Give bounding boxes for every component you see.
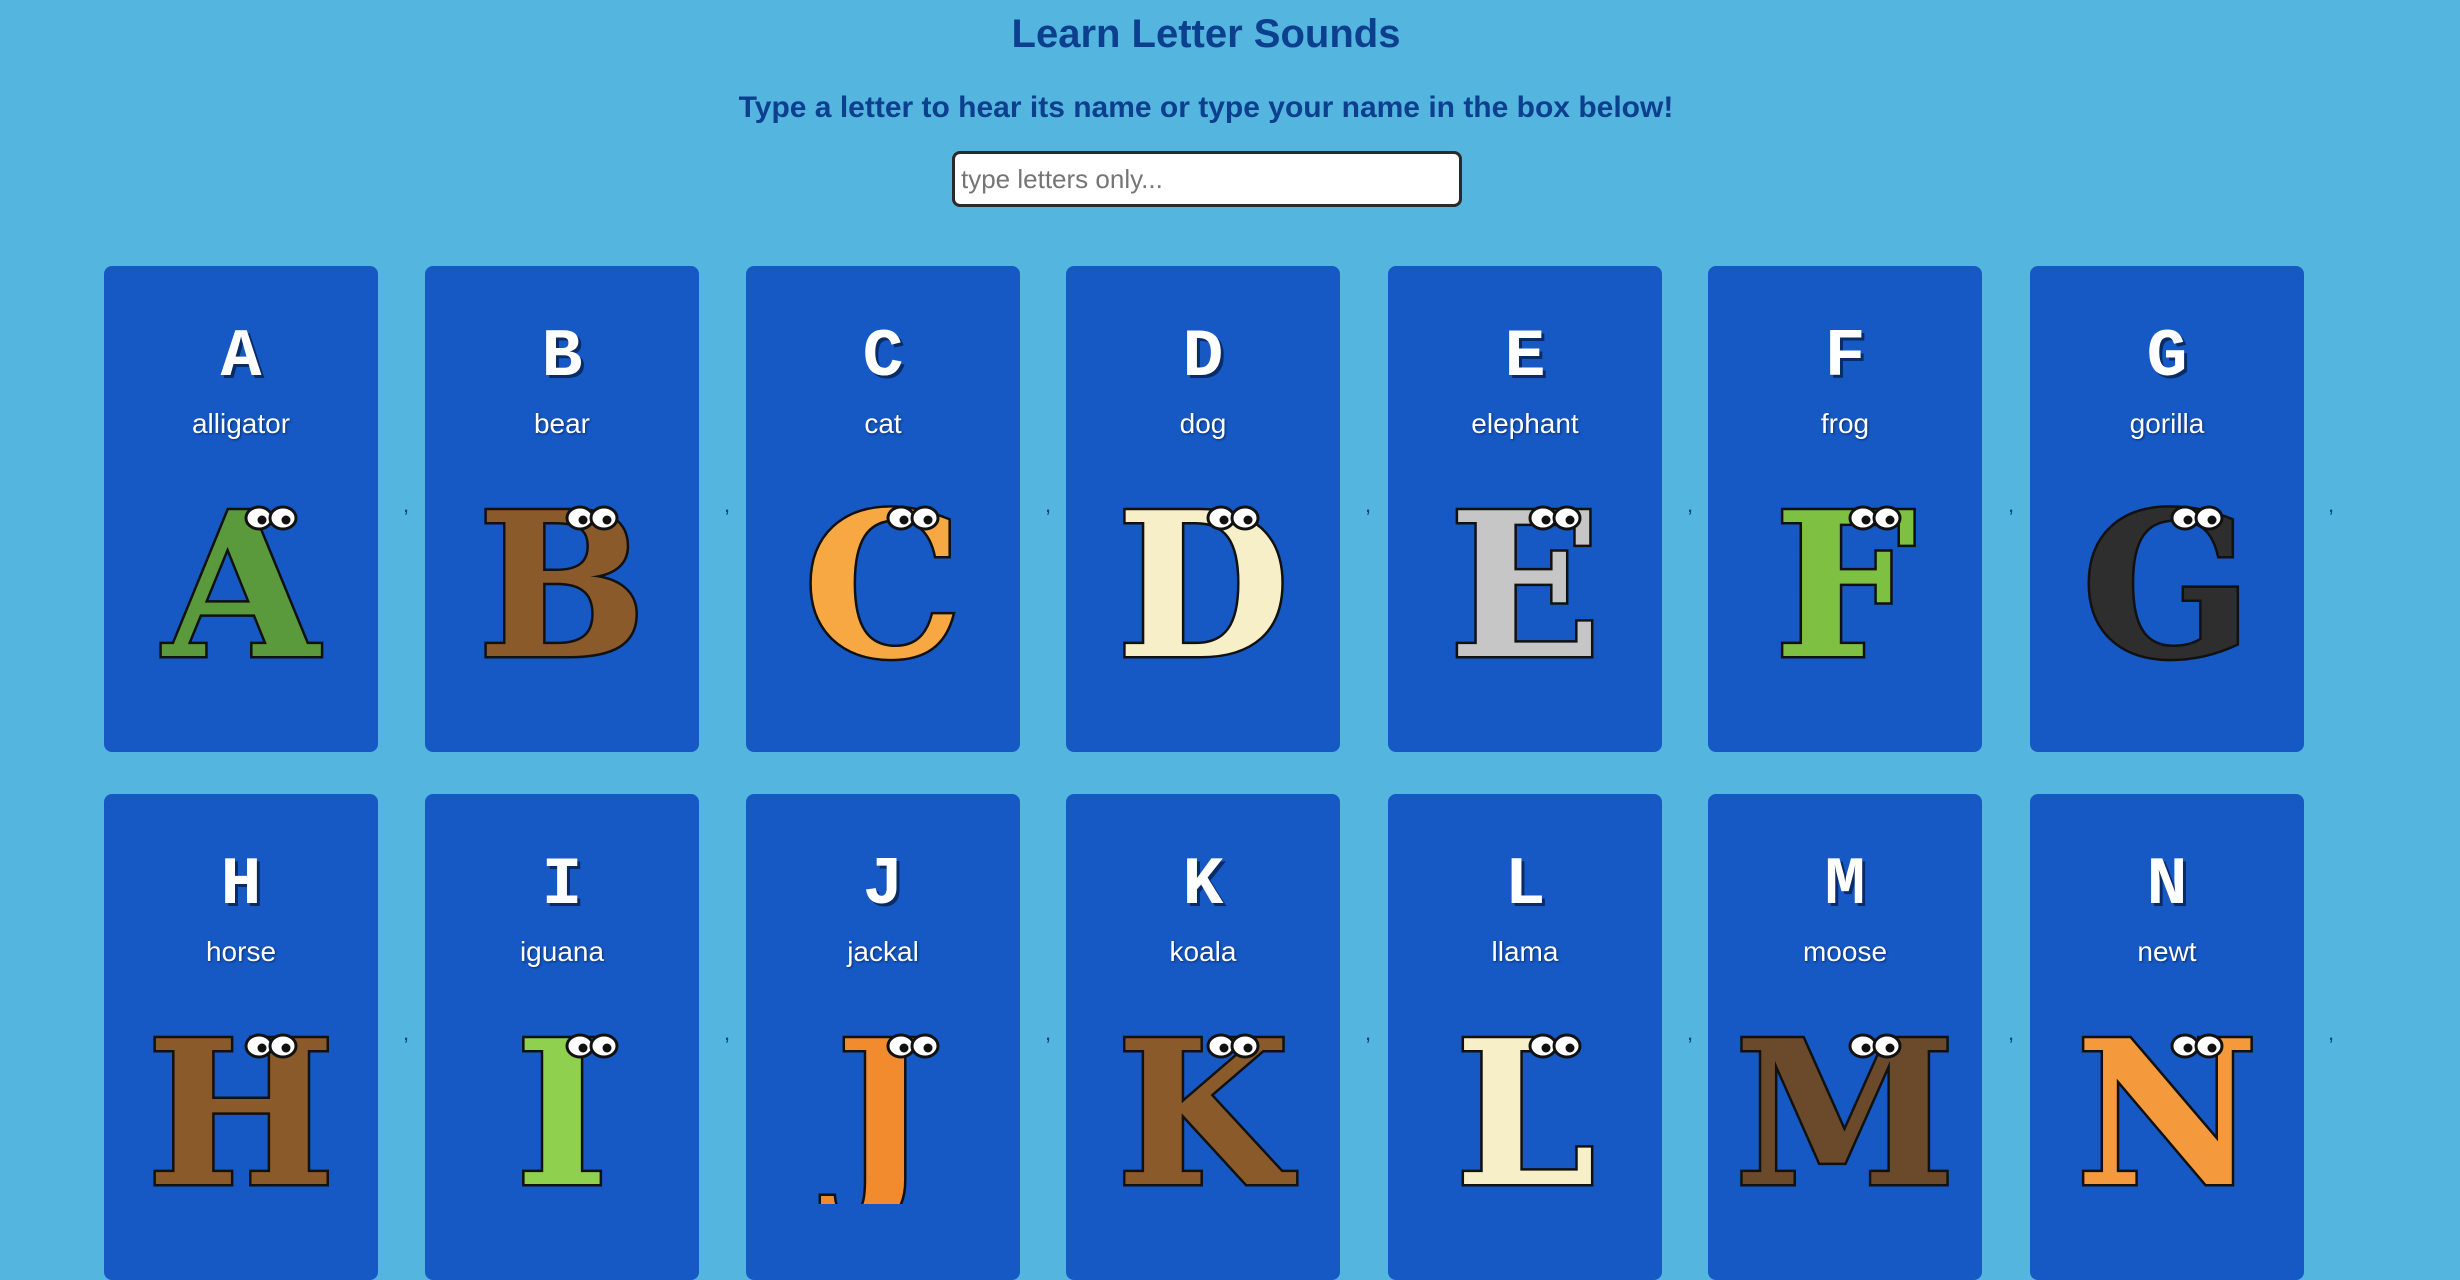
bear-icon: B xyxy=(452,466,672,677)
letter-card-g[interactable]: Ggorilla G xyxy=(2030,266,2304,752)
gorilla-icon: G xyxy=(2057,466,2277,677)
card-animal-name: jackal xyxy=(847,936,919,967)
letter-card-b[interactable]: Bbear B xyxy=(425,266,699,752)
card-separator: , xyxy=(1044,1020,1052,1045)
card-animal-name: moose xyxy=(1802,936,1888,967)
letter-card-j[interactable]: Jjackal J xyxy=(746,794,1020,1280)
svg-text:B: B xyxy=(477,469,646,676)
card-animal-name: bear xyxy=(533,408,591,439)
svg-text:H: H xyxy=(147,997,336,1204)
card-letter: A xyxy=(220,319,262,396)
svg-text:G: G xyxy=(2082,469,2253,676)
letter-card-m[interactable]: Mmoose M xyxy=(1708,794,1982,1280)
card-separator: , xyxy=(1686,492,1694,517)
card-letter: H xyxy=(220,847,262,924)
card-animal-name: llama xyxy=(1491,936,1559,967)
card-separator: , xyxy=(723,1020,731,1045)
svg-text:K: K xyxy=(1116,997,1296,1204)
letter-card-l[interactable]: Lllama L xyxy=(1388,794,1662,1280)
jackal-icon: J xyxy=(773,994,993,1204)
horse-icon: H xyxy=(131,994,351,1205)
card-separator: , xyxy=(402,492,410,517)
card-animal-name: cat xyxy=(864,408,902,439)
svg-text:I: I xyxy=(515,997,609,1204)
alligator-icon: A xyxy=(131,466,351,677)
koala-icon: K xyxy=(1093,994,1313,1205)
card-letter: D xyxy=(1182,319,1224,396)
card-letter: C xyxy=(862,319,904,396)
svg-text:J: J xyxy=(821,997,931,1204)
cat-icon: C xyxy=(773,466,993,677)
card-animal-name: newt xyxy=(2137,936,2197,967)
card-animal-name: frog xyxy=(1820,408,1870,439)
card-separator: , xyxy=(2327,492,2335,517)
letter-card-n[interactable]: Nnewt N xyxy=(2030,794,2304,1280)
card-letter: N xyxy=(2146,847,2188,924)
card-animal-name: dog xyxy=(1179,408,1227,439)
card-letter: I xyxy=(541,847,583,924)
svg-text:F: F xyxy=(1774,469,1916,676)
card-letter: E xyxy=(1504,319,1546,396)
card-animal-name: iguana xyxy=(519,936,605,967)
svg-text:C: C xyxy=(803,469,962,676)
letter-card-k[interactable]: Kkoala K xyxy=(1066,794,1340,1280)
card-separator: , xyxy=(723,492,731,517)
iguana-icon: I xyxy=(452,994,672,1204)
letter-card-d[interactable]: Ddog D xyxy=(1066,266,1340,752)
card-separator: , xyxy=(1364,492,1372,517)
letter-card-e[interactable]: Eelephant E xyxy=(1388,266,1662,752)
card-letter: F xyxy=(1824,319,1866,396)
svg-text:M: M xyxy=(1735,997,1955,1204)
elephant-icon: E xyxy=(1415,466,1635,677)
card-letter: J xyxy=(862,847,904,924)
card-separator: , xyxy=(402,1020,410,1045)
letter-card-h[interactable]: Hhorse H xyxy=(104,794,378,1280)
svg-text:A: A xyxy=(161,469,321,676)
llama-icon: L xyxy=(1415,994,1635,1205)
dog-icon: D xyxy=(1093,466,1313,677)
svg-text:N: N xyxy=(2076,997,2259,1204)
card-separator: , xyxy=(1686,1020,1694,1045)
frog-icon: F xyxy=(1735,466,1955,677)
card-animal-name: alligator xyxy=(191,408,291,439)
card-animal-name: elephant xyxy=(1471,408,1579,439)
card-letter: K xyxy=(1182,847,1224,924)
svg-text:E: E xyxy=(1449,469,1601,676)
letter-card-grid: Aalligator A, Bbear B, Ccat C, Ddog D, Eelephant… xyxy=(0,0,2460,1280)
card-separator: , xyxy=(2327,1020,2335,1045)
newt-icon: N xyxy=(2057,994,2277,1205)
svg-text:D: D xyxy=(1116,469,1289,676)
card-letter: M xyxy=(1824,847,1866,924)
card-letter: L xyxy=(1504,847,1546,924)
svg-text:L: L xyxy=(1455,997,1596,1204)
letter-card-i[interactable]: Iiguana I xyxy=(425,794,699,1280)
card-animal-name: horse xyxy=(205,936,277,967)
card-letter: G xyxy=(2146,319,2188,396)
letter-card-a[interactable]: Aalligator A xyxy=(104,266,378,752)
moose-icon: M xyxy=(1735,994,1955,1205)
card-separator: , xyxy=(1044,492,1052,517)
letter-card-c[interactable]: Ccat C xyxy=(746,266,1020,752)
letter-card-f[interactable]: Ffrog F xyxy=(1708,266,1982,752)
card-animal-name: gorilla xyxy=(2129,408,2205,439)
card-separator: , xyxy=(2007,492,2015,517)
card-separator: , xyxy=(2007,1020,2015,1045)
card-separator: , xyxy=(1364,1020,1372,1045)
card-letter: B xyxy=(541,319,583,396)
card-animal-name: koala xyxy=(1169,936,1237,967)
